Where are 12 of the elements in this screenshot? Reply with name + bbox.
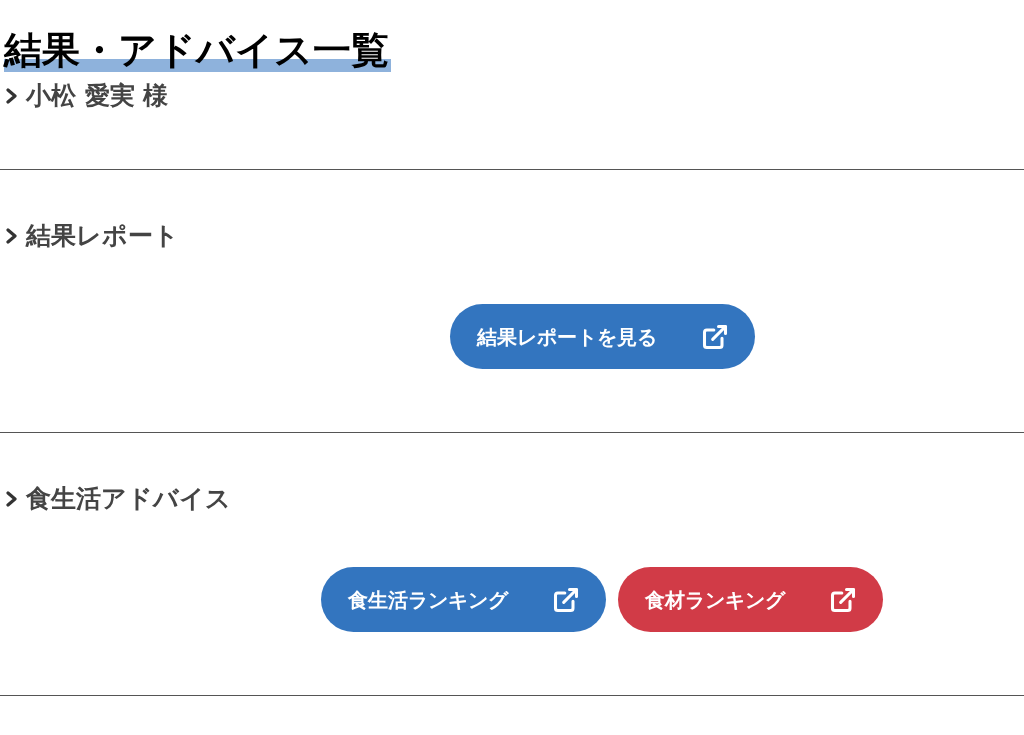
external-link-icon: [700, 322, 729, 351]
chevron-icon: [6, 228, 18, 244]
user-name: 小松 愛実 様: [26, 80, 169, 113]
external-link-icon: [552, 585, 580, 614]
section-heading: 結果レポート: [26, 220, 179, 253]
link-button[interactable]: 食生活ランキング: [321, 567, 606, 632]
external-link-icon: [829, 585, 857, 614]
link-button[interactable]: 結果レポートを見る: [449, 304, 755, 369]
section-heading: 食生活アドバイス: [26, 483, 231, 516]
chevron-icon: [6, 88, 18, 104]
link-button[interactable]: 食材ランキング: [618, 567, 883, 632]
chevron-icon: [6, 491, 18, 507]
